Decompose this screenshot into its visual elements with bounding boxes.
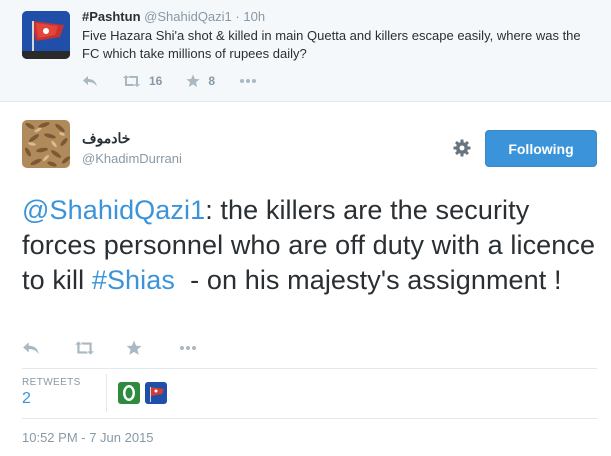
reply-icon [83, 76, 97, 87]
reply-icon [23, 342, 39, 355]
author-avatar[interactable] [22, 120, 70, 168]
parent-header: #Pashtun @ShahidQazi1 · 10h [82, 9, 265, 24]
author-name[interactable]: خادموف [82, 130, 130, 147]
parent-more-button[interactable] [239, 78, 257, 84]
tweet-timestamp[interactable]: 10:52 PM - 7 Jun 2015 [22, 430, 154, 445]
parent-author-handle[interactable]: @ShahidQazi1 [144, 9, 232, 24]
retweet-icon [123, 75, 140, 87]
stats-separator [106, 374, 107, 412]
parent-retweet-button[interactable]: 16 [122, 74, 162, 88]
parent-avatar[interactable] [22, 11, 70, 59]
reply-button[interactable] [22, 340, 74, 356]
star-icon [186, 74, 200, 87]
retweeter-avatar[interactable] [145, 382, 167, 404]
more-icon [240, 79, 257, 83]
tweet-text: @ShahidQazi1: the killers are the securi… [22, 193, 597, 298]
favorite-button[interactable] [126, 340, 178, 356]
mention-link[interactable]: @ShahidQazi1 [22, 195, 205, 225]
stats-divider-top [22, 368, 597, 369]
star-icon [126, 340, 142, 355]
retweets-label: RETWEETS [22, 377, 81, 388]
parent-tweet-text: Five Hazara Shi'a shot & killed in main … [82, 28, 581, 61]
tweet-actions [22, 338, 230, 358]
gear-icon[interactable] [450, 136, 474, 160]
more-icon [180, 346, 196, 350]
retweet-button[interactable] [74, 340, 126, 356]
parent-favorite-button[interactable]: 8 [186, 74, 215, 88]
stats-divider-bottom [22, 418, 597, 419]
parent-favorite-count: 8 [208, 74, 216, 88]
parent-author-name[interactable]: #Pashtun [82, 9, 141, 24]
parent-timestamp[interactable]: 10h [243, 9, 265, 24]
retweets-count[interactable]: 2 [22, 390, 31, 408]
hashtag-link[interactable]: #Shias [92, 265, 175, 295]
tweet-text-part2: - on his majesty's assignment ! [174, 265, 562, 295]
parent-actions: 16 8 [82, 72, 281, 90]
following-button[interactable]: Following [485, 130, 597, 167]
parent-tweet[interactable]: #Pashtun @ShahidQazi1 · 10h Five Hazara … [0, 0, 611, 102]
more-button[interactable] [178, 345, 230, 351]
author-handle[interactable]: @KhadimDurrani [82, 151, 182, 166]
parent-retweet-count: 16 [149, 74, 163, 88]
parent-reply-button[interactable] [82, 74, 98, 88]
retweet-icon [75, 341, 94, 355]
parent-separator: · [235, 9, 240, 24]
retweeter-avatar[interactable] [118, 382, 140, 404]
